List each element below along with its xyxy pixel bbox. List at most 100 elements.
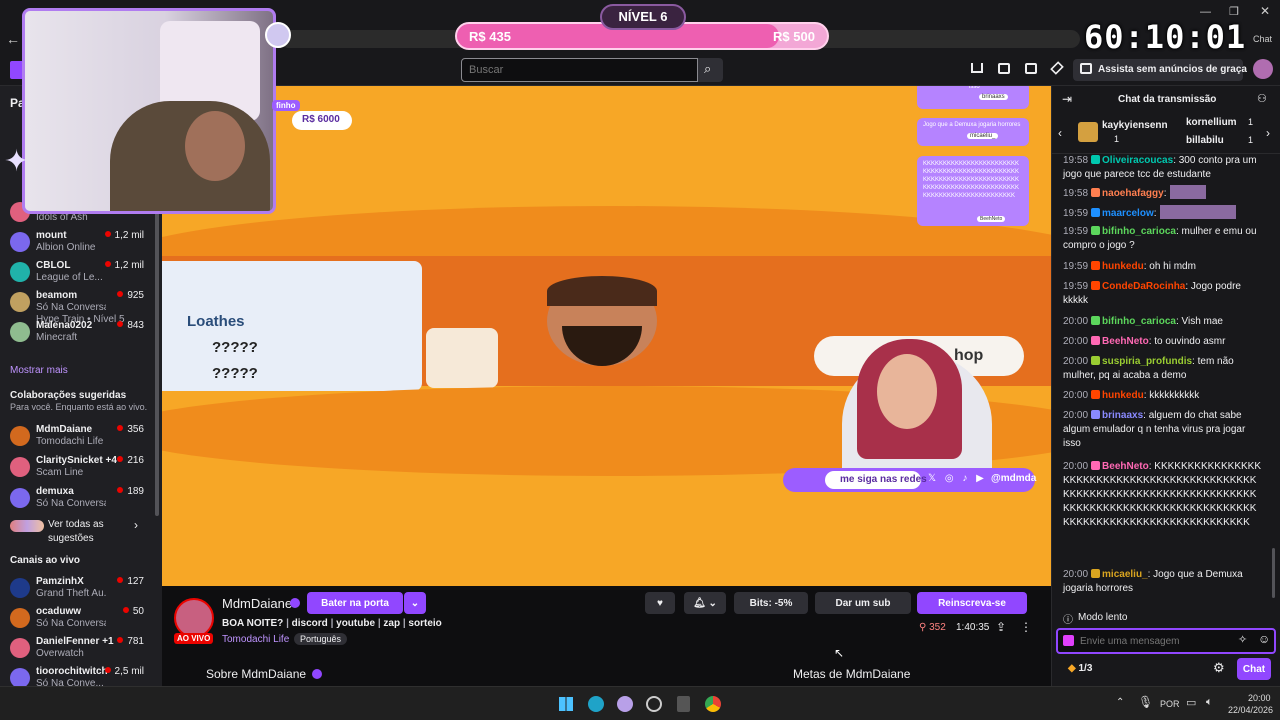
- see-all-suggestions[interactable]: Ver todas as sugestões ›: [10, 518, 150, 546]
- message-user[interactable]: BeehNeto: [1102, 461, 1149, 472]
- collab-item[interactable]: demuxa Só Na Conversa 189: [0, 484, 162, 514]
- channel-game: Só Na Conversa: [36, 302, 106, 313]
- gift-sub-button[interactable]: Dar um sub: [815, 592, 911, 614]
- message-user[interactable]: BeehNeto: [1102, 336, 1149, 347]
- live-item[interactable]: PamzinhX Grand Theft Au... 127: [0, 574, 162, 604]
- message-text: : to ouvindo asmr: [1148, 336, 1226, 347]
- live-item[interactable]: ocaduww Só Na Conversa 50: [0, 604, 162, 634]
- bits-cheer-icon[interactable]: ✧: [1238, 633, 1247, 646]
- bits-label: Bits: -5%: [749, 597, 793, 609]
- user-avatar[interactable]: [1253, 59, 1273, 79]
- minimize-icon[interactable]: —: [1200, 6, 1211, 18]
- about-heading: Sobre MdmDaiane: [206, 667, 323, 681]
- microphone-icon[interactable]: 🎙︎: [1138, 695, 1153, 709]
- suggestion-avatars: [10, 520, 44, 532]
- share-icon[interactable]: ⇪: [996, 620, 1006, 634]
- collapse-chat-icon[interactable]: ⇥: [1062, 92, 1072, 106]
- calculator-icon[interactable]: [677, 696, 690, 712]
- message-user[interactable]: CondeDaRocinha: [1102, 281, 1185, 292]
- chat-settings-icon[interactable]: ⚙: [1213, 660, 1225, 676]
- collab-item[interactable]: MdmDaiane Tomodachi Life 356: [0, 422, 162, 452]
- maximize-icon[interactable]: ❐: [1229, 5, 1239, 18]
- category-link[interactable]: Tomodachi Life: [222, 634, 289, 645]
- youtube-link[interactable]: youtube: [336, 618, 375, 629]
- follow-heart-button[interactable]: ♥: [645, 592, 675, 614]
- keyboard-language[interactable]: POR: [1160, 699, 1180, 709]
- app4-icon[interactable]: [646, 696, 662, 712]
- more-options-icon[interactable]: ⋮: [1020, 620, 1032, 634]
- discord-link[interactable]: discord: [292, 618, 328, 629]
- channel-avatar: [10, 232, 30, 252]
- app3-icon[interactable]: [617, 696, 633, 712]
- message-user[interactable]: maarcelow: [1102, 208, 1154, 219]
- back-arrow-icon[interactable]: ←: [6, 32, 20, 46]
- close-window-icon[interactable]: ✕: [1260, 4, 1270, 18]
- channel-game: Tomodachi Life: [36, 436, 104, 447]
- channel-avatar[interactable]: [174, 598, 214, 638]
- resub-button[interactable]: Reinscreva-se: [917, 592, 1027, 614]
- message-user[interactable]: Oliveiracoucas: [1102, 155, 1173, 166]
- search-button[interactable]: ⌕: [698, 58, 723, 82]
- popup3-user: BeehNeto: [977, 216, 1006, 222]
- video-player[interactable]: Loathes ????? ????? hop isso brinaaxs Jo…: [162, 86, 1051, 586]
- message-user[interactable]: micaeliu_: [1102, 569, 1148, 580]
- bits-icon[interactable]: [1050, 61, 1064, 75]
- network-icon[interactable]: ▭: [1186, 696, 1196, 709]
- viewer-count: 843: [117, 320, 144, 331]
- chat-input[interactable]: [1080, 632, 1230, 650]
- viewer-count: 127: [117, 576, 144, 587]
- message-user[interactable]: hunkedu: [1102, 390, 1144, 401]
- viewer-count-value: 352: [929, 622, 946, 633]
- clock-time[interactable]: 20:00: [1248, 693, 1271, 703]
- message-user[interactable]: naoehafaggy: [1102, 188, 1164, 199]
- show-more-link[interactable]: Mostrar mais: [10, 365, 68, 376]
- message-user[interactable]: bifinho_carioca: [1102, 316, 1176, 327]
- viewer-count: 189: [117, 486, 144, 497]
- user-badge-icon: [1091, 410, 1101, 419]
- channel-points[interactable]: ◆ 1/3: [1068, 663, 1092, 674]
- followed-item[interactable]: mount Albion Online 1,2 mil: [0, 228, 162, 258]
- message-user[interactable]: brinaaxs: [1102, 410, 1143, 421]
- collab-item[interactable]: ClaritySnicket +4 Scam Line 216: [0, 453, 162, 483]
- search-bar[interactable]: ⌕: [461, 58, 723, 82]
- crown-icon[interactable]: [971, 63, 983, 73]
- knock-dropdown[interactable]: ⌄: [404, 592, 426, 614]
- channel-name: DanielFenner +1: [36, 636, 114, 647]
- message-user[interactable]: hunkedu: [1102, 261, 1144, 272]
- emote-icon[interactable]: ☺: [1258, 632, 1270, 646]
- message-time: 19:59: [1063, 208, 1089, 219]
- chevron-right-icon[interactable]: ›: [1266, 126, 1270, 140]
- channel-name[interactable]: MdmDaiane: [222, 596, 292, 611]
- chat-users-icon[interactable]: ⚇: [1257, 92, 1267, 105]
- chat-input-box[interactable]: ✧ ☺: [1056, 628, 1276, 654]
- knock-button[interactable]: Bater na porta: [307, 592, 403, 614]
- notifications-button[interactable]: 🔔︎ ⌄: [684, 592, 726, 614]
- volume-icon[interactable]: 🔈︎: [1206, 696, 1213, 709]
- search-input[interactable]: [461, 58, 698, 82]
- chrome-icon[interactable]: [705, 696, 721, 712]
- clock-date[interactable]: 22/04/2026: [1228, 705, 1273, 715]
- bits-button[interactable]: Bits: -5%: [734, 592, 808, 614]
- followed-item[interactable]: CBLOL League of Le... 1,2 mil: [0, 258, 162, 288]
- followed-item[interactable]: beamom Só Na Conversa 925 Hype Train • Níve…: [0, 288, 162, 325]
- chat-send-button[interactable]: Chat: [1237, 658, 1271, 680]
- followed-item[interactable]: Malena0202 Minecraft 843: [0, 318, 162, 348]
- message-user[interactable]: bifinho_carioca: [1102, 226, 1176, 237]
- adfree-button[interactable]: Assista sem anúncios de graça: [1073, 59, 1247, 81]
- live-item[interactable]: DanielFenner +1 Overwatch 781: [0, 634, 162, 664]
- sorteio-link[interactable]: sorteio: [408, 618, 441, 629]
- zap-link[interactable]: zap: [383, 618, 400, 629]
- live-item[interactable]: tioorochitwitch Só Na Conve... 2,5 mil: [0, 664, 162, 686]
- inbox-icon[interactable]: [998, 63, 1010, 74]
- browser-chat-label[interactable]: Chat: [1253, 34, 1272, 44]
- message-user[interactable]: suspiria_profundis: [1102, 356, 1192, 367]
- chat-scrollbar[interactable]: [1272, 548, 1275, 598]
- channel-name: CBLOL: [36, 260, 71, 271]
- whisper-icon[interactable]: [1025, 63, 1037, 74]
- goal-target: R$ 500: [773, 29, 815, 44]
- language-tag[interactable]: Português: [294, 633, 348, 645]
- windows-start-icon[interactable]: [559, 697, 573, 711]
- chevron-left-icon[interactable]: ‹: [1058, 126, 1062, 140]
- tray-chevron-icon[interactable]: ⌃: [1116, 697, 1124, 708]
- edge-icon[interactable]: [588, 696, 604, 712]
